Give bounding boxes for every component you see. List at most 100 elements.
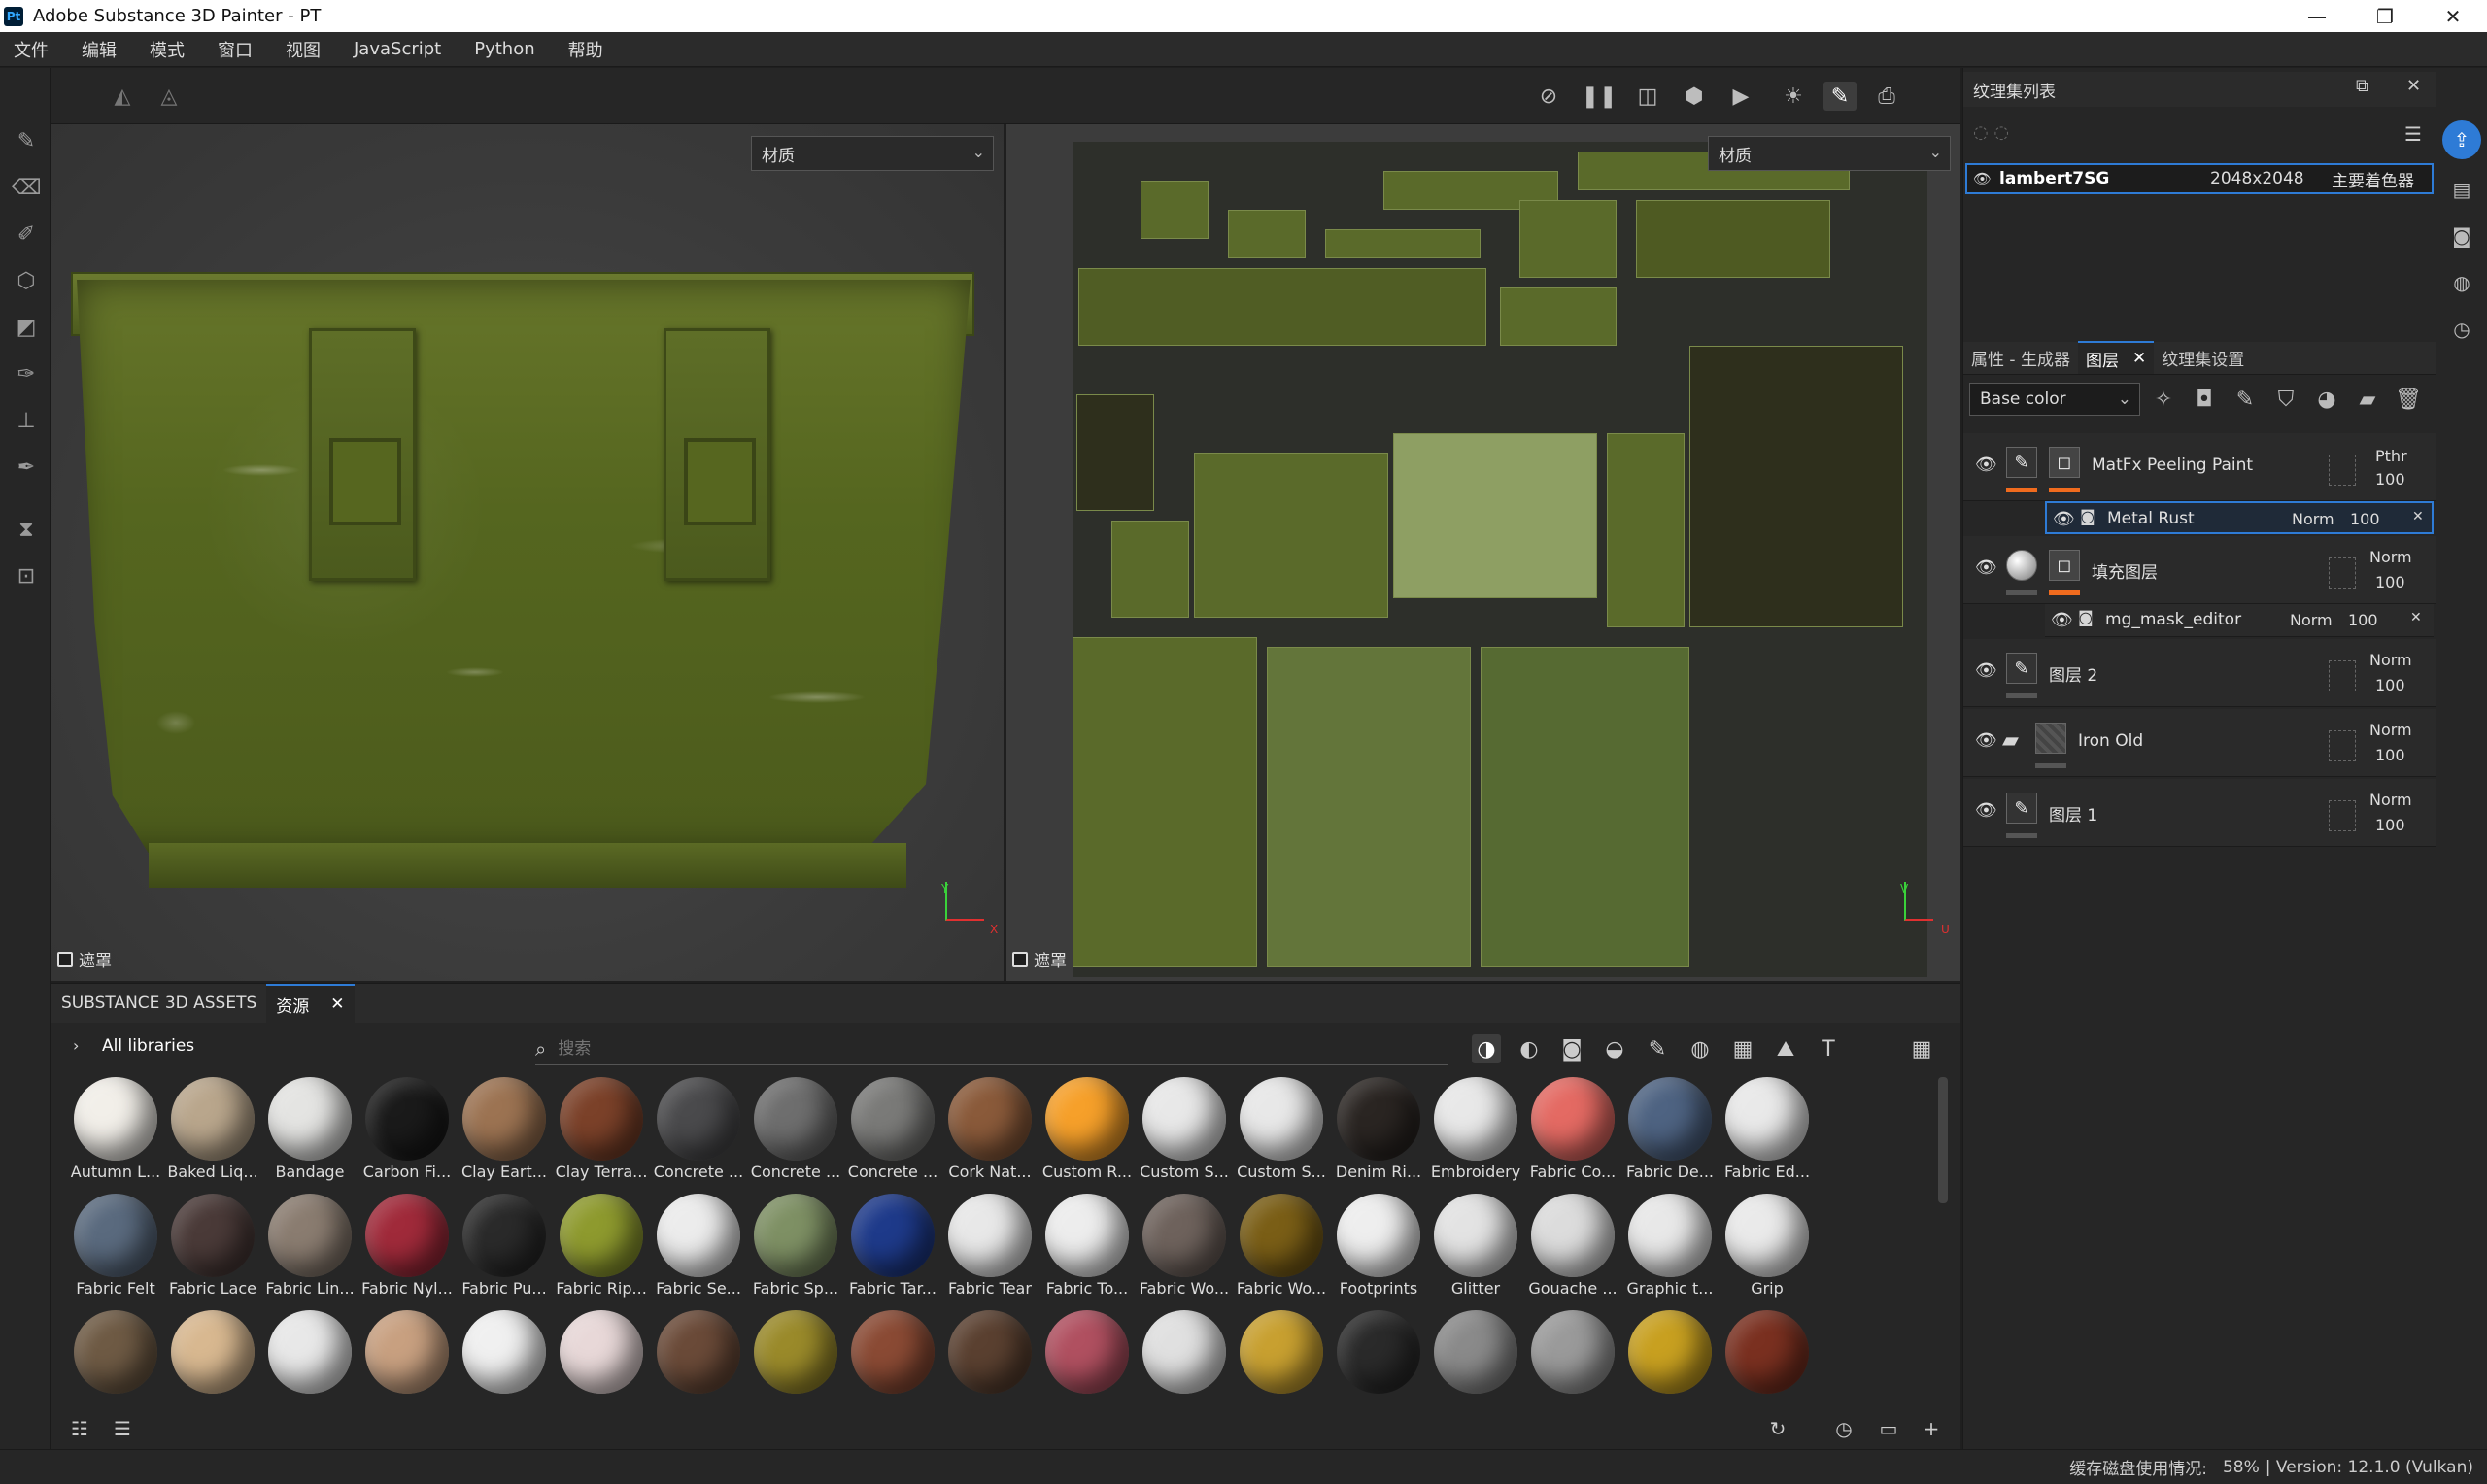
visibility-off-icon[interactable]: ◌ ◌ xyxy=(1973,122,2009,143)
projection-icon[interactable]: ✐ xyxy=(12,219,41,249)
asset-item[interactable]: Denim Ri... xyxy=(1324,1077,1421,1184)
menu-python[interactable]: Python xyxy=(474,39,534,59)
menu-mode[interactable]: 模式 xyxy=(150,37,185,62)
folder-icon[interactable]: ▰ xyxy=(2002,728,2019,753)
asset-item[interactable]: Gouache ... xyxy=(1518,1194,1618,1300)
add-paint-layer-icon[interactable]: ✎ xyxy=(2231,387,2259,412)
clone-stamp-icon[interactable]: ⊥ xyxy=(12,406,41,435)
asset-item[interactable] xyxy=(158,1310,256,1407)
asset-item[interactable] xyxy=(1033,1310,1130,1407)
effect-name[interactable]: Metal Rust xyxy=(2107,509,2195,528)
asset-item[interactable] xyxy=(450,1310,547,1407)
asset-item[interactable] xyxy=(61,1310,158,1407)
tab-substance-assets[interactable]: SUBSTANCE 3D ASSETS xyxy=(51,984,266,1023)
viewport-3d-channel-dropdown[interactable]: 材质 ⌄ xyxy=(751,136,994,171)
asset-item[interactable] xyxy=(1616,1310,1713,1407)
asset-item[interactable]: Fabric De... xyxy=(1616,1077,1714,1184)
polygon-fill-icon[interactable]: ◩ xyxy=(12,313,41,342)
asset-item[interactable]: Clay Terra... xyxy=(547,1077,647,1184)
asset-item[interactable]: Fabric To... xyxy=(1033,1194,1130,1300)
asset-item[interactable] xyxy=(741,1310,838,1407)
asset-item[interactable]: Graphic t... xyxy=(1616,1194,1713,1300)
asset-item[interactable]: Concrete ... xyxy=(644,1077,743,1184)
asset-item[interactable]: Clay Eart... xyxy=(450,1077,547,1184)
camera-icon[interactable]: ▶ xyxy=(1724,82,1757,111)
layer-name[interactable]: 图层 2 xyxy=(2049,661,2097,686)
asset-item[interactable] xyxy=(1324,1310,1421,1407)
opacity-value[interactable]: 100 xyxy=(2375,573,2405,591)
asset-item[interactable]: Concrete ... xyxy=(741,1077,840,1184)
maximize-button[interactable]: ❐ xyxy=(2351,0,2419,32)
tab-resources[interactable]: 资源 ✕ xyxy=(266,984,355,1023)
opacity-value[interactable]: 100 xyxy=(2375,816,2405,834)
close-tab-icon[interactable]: ✕ xyxy=(330,995,344,1014)
asset-item[interactable]: Custom R... xyxy=(1033,1077,1132,1184)
asset-item[interactable]: Autumn L... xyxy=(61,1077,160,1184)
add-effect-icon[interactable]: ✧ xyxy=(2150,387,2177,412)
blend-mode[interactable]: Norm xyxy=(2369,791,2412,809)
opacity-value[interactable]: 100 xyxy=(2375,746,2405,764)
asset-item[interactable]: Fabric Sp... xyxy=(741,1194,838,1300)
tab-layers[interactable]: 图层 ✕ xyxy=(2077,341,2155,374)
remove-effect-icon[interactable]: ✕ xyxy=(2412,509,2424,524)
asset-item[interactable]: Fabric Lin... xyxy=(256,1194,355,1300)
bake-icon[interactable]: ⧗ xyxy=(12,515,41,544)
new-folder-icon[interactable]: ▭ xyxy=(1874,1415,1903,1442)
layer-row[interactable]: 👁 ✎ 图层 2 Norm 100 xyxy=(1963,639,2436,707)
asset-item[interactable]: Carbon Fi... xyxy=(353,1077,451,1184)
add-fill-layer-icon[interactable]: ⛉ xyxy=(2272,387,2300,412)
mask-toggle[interactable]: 遮罩 xyxy=(57,947,112,971)
asset-item[interactable]: Fabric Felt xyxy=(61,1194,158,1300)
menu-view[interactable]: 视图 xyxy=(286,37,321,62)
export-icon[interactable]: ⇪ xyxy=(2442,120,2481,159)
asset-item[interactable] xyxy=(1518,1310,1616,1407)
measure-icon[interactable]: ⊡ xyxy=(12,561,41,590)
asset-scrollbar[interactable] xyxy=(1938,1077,1948,1203)
screenshot-icon[interactable]: ⎙ xyxy=(1870,82,1903,111)
asset-item[interactable]: Custom S... xyxy=(1130,1077,1229,1184)
menu-edit[interactable]: 编辑 xyxy=(82,37,117,62)
asset-item[interactable]: Bandage xyxy=(256,1077,353,1184)
materials-filter-icon[interactable]: ◑ xyxy=(1472,1034,1501,1063)
channel-select[interactable]: Base color ⌄ xyxy=(1969,383,2140,416)
texture-set-row[interactable]: 👁 lambert7SG 2048x2048 主要着色器 xyxy=(1965,163,2434,194)
mask-checkbox[interactable] xyxy=(57,951,73,967)
layer-name[interactable]: MatFx Peeling Paint xyxy=(2092,455,2253,475)
display-settings-icon[interactable]: ◙ xyxy=(2447,221,2476,251)
texture-set-shader[interactable]: 主要着色器 xyxy=(2332,167,2414,191)
layer-row[interactable]: 👁 ✎ 图层 1 Norm 100 xyxy=(1963,779,2436,847)
asset-item[interactable] xyxy=(547,1310,644,1407)
eye-icon[interactable]: 👁 xyxy=(1973,170,1992,187)
texture-set-list-icon[interactable]: ▤ xyxy=(2447,175,2476,204)
viewport-2d[interactable]: 材质 ⌄ V U 遮罩 xyxy=(1006,124,1960,981)
asset-search[interactable]: ⌕ xyxy=(535,1032,1448,1065)
geometry-fill-icon[interactable]: ⬡ xyxy=(12,266,41,295)
asset-item[interactable]: Baked Liq... xyxy=(158,1077,258,1184)
effect-name[interactable]: mg_mask_editor xyxy=(2105,610,2241,629)
list-options-icon[interactable]: ☰ xyxy=(2404,122,2422,146)
eye-icon[interactable]: 👁 xyxy=(1975,455,1997,475)
layer-name[interactable]: 填充图层 xyxy=(2092,558,2158,583)
eye-icon[interactable]: 👁 xyxy=(1975,660,1997,681)
opacity-value[interactable]: 100 xyxy=(2350,510,2380,528)
symmetry-settings-icon[interactable]: ◬ xyxy=(153,82,186,111)
add-smart-material-icon[interactable]: ◕ xyxy=(2313,387,2340,412)
asset-item[interactable]: Fabric Lace xyxy=(158,1194,256,1300)
blend-mode[interactable]: Norm xyxy=(2369,721,2412,739)
textures-filter-icon[interactable]: ▦ xyxy=(1728,1034,1757,1063)
asset-item[interactable] xyxy=(1227,1310,1324,1407)
asset-item[interactable] xyxy=(1421,1310,1518,1407)
blend-mode[interactable]: Norm xyxy=(2292,510,2334,528)
asset-item[interactable] xyxy=(1130,1310,1227,1407)
blend-mode[interactable]: Norm xyxy=(2290,611,2333,629)
eye-icon[interactable]: 👁 xyxy=(1975,557,1997,578)
close-panel-icon[interactable]: ✕ xyxy=(2406,76,2421,96)
asset-item[interactable] xyxy=(838,1310,936,1407)
asset-item[interactable]: Fabric Se... xyxy=(644,1194,741,1300)
blend-mode[interactable]: Norm xyxy=(2369,651,2412,669)
split-view-icon[interactable]: ◫ xyxy=(1631,82,1664,111)
asset-item[interactable]: Fabric Wo... xyxy=(1227,1194,1326,1300)
opacity-value[interactable]: 100 xyxy=(2375,676,2405,694)
refresh-icon[interactable]: ↻ xyxy=(1763,1415,1792,1442)
grid-view-icon[interactable]: ▦ xyxy=(1907,1034,1936,1063)
